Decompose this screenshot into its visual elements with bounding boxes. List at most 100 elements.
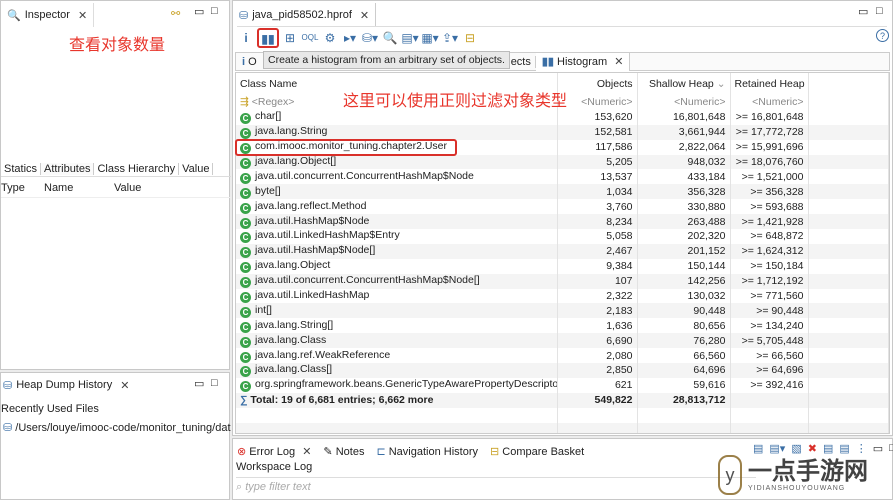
tab-inspector[interactable]: 🔍 Inspector ✕ bbox=[1, 3, 95, 27]
table-row[interactable]: Cjava.util.LinkedHashMap$Entry 5,058 202,3… bbox=[236, 229, 889, 244]
table-row[interactable]: Cjava.lang.Class 6,690 76,280 >= 5,705,448 bbox=[236, 333, 889, 349]
class-name-cell: Cjava.lang.Class[] bbox=[236, 363, 558, 378]
run-report-icon[interactable]: ▸▾ bbox=[341, 29, 359, 47]
shallow-heap-cell: 433,184 bbox=[637, 169, 731, 185]
class-name: java.lang.Object bbox=[255, 259, 331, 272]
retained-heap-cell: >= 90,448 bbox=[730, 303, 809, 319]
empty-cell bbox=[808, 154, 889, 170]
tab-error-log[interactable]: ⊗ Error Log ✕ bbox=[237, 445, 311, 458]
class-name-cell: Cjava.util.HashMap$Node bbox=[236, 214, 558, 230]
info-icon[interactable]: i bbox=[237, 29, 255, 47]
column-name[interactable]: Name bbox=[44, 182, 73, 194]
table-row[interactable]: Cbyte[] 1,034 356,328 >= 356,328 bbox=[236, 184, 889, 200]
navigation-icon: ⊏ bbox=[376, 445, 386, 458]
shallow-heap-cell: 16,801,648 bbox=[637, 109, 731, 125]
search-icon[interactable]: 🔍 bbox=[381, 29, 399, 47]
table-row[interactable]: Cjava.lang.ref.WeakReference 2,080 66,560 >… bbox=[236, 348, 889, 364]
class-name-cell: Cjava.lang.reflect.Method bbox=[236, 199, 558, 215]
thread-overview-icon[interactable]: ⚙ bbox=[321, 29, 339, 47]
tab-overview[interactable]: i O bbox=[236, 56, 263, 68]
retained-heap-cell: >= 356,328 bbox=[730, 184, 809, 200]
help-icon[interactable]: ? bbox=[876, 29, 889, 42]
retained-filter[interactable]: <Numeric> bbox=[730, 95, 809, 110]
class-name-cell: Cjava.lang.Object bbox=[236, 258, 558, 274]
tab-heap-dump-history[interactable]: ⛁ Heap Dump History ✕ bbox=[1, 373, 136, 397]
objects-filter[interactable]: <Numeric> bbox=[557, 95, 638, 110]
recent-file-item[interactable]: ⛁ /Users/louye/imooc-code/monitor_tuning… bbox=[3, 421, 231, 434]
table-row[interactable]: Cjava.lang.String[] 1,636 80,656 >= 134,240 bbox=[236, 318, 889, 334]
objects-cell: 1,636 bbox=[557, 318, 638, 334]
class-icon: C bbox=[240, 321, 251, 333]
close-icon[interactable]: ✕ bbox=[302, 446, 311, 458]
table-row[interactable]: Cjava.lang.Object[] 5,205 948,032 >= 18,076… bbox=[236, 154, 889, 170]
shallow-heap-cell: 2,822,064 bbox=[637, 139, 731, 155]
class-icon: C bbox=[240, 247, 251, 259]
histogram-table: Class Name Objects Shallow Heap ⌄ Retain… bbox=[235, 72, 890, 434]
column-objects[interactable]: Objects bbox=[557, 73, 638, 95]
table-row[interactable]: Cjava.util.HashMap$Node 8,234 263,488 >= 1,… bbox=[236, 214, 889, 230]
class-icon: C bbox=[240, 381, 251, 393]
table-row[interactable]: Cjava.util.HashMap$Node[] 2,467 201,152 >= … bbox=[236, 243, 889, 259]
shallow-heap-cell: 66,560 bbox=[637, 348, 731, 364]
table-row[interactable]: Cjava.lang.reflect.Method 3,760 330,880 >= … bbox=[236, 199, 889, 215]
tab-compare-basket[interactable]: ⊟ Compare Basket bbox=[490, 445, 584, 458]
tab-hprof[interactable]: ⛁ java_pid58502.hprof ✕ bbox=[233, 3, 377, 27]
close-icon[interactable]: ✕ bbox=[360, 9, 369, 22]
column-retained-heap[interactable]: Retained Heap bbox=[730, 73, 809, 95]
calculate-icon[interactable]: ▦▾ bbox=[421, 29, 439, 47]
oql-icon[interactable]: OQL bbox=[301, 29, 319, 47]
tab-navigation-history[interactable]: ⊏ Navigation History bbox=[376, 445, 478, 458]
minimize-icon[interactable]: ▭ bbox=[858, 5, 868, 18]
tab-histogram[interactable]: ▮▮ Histogram ✕ bbox=[535, 52, 631, 71]
tab-objects[interactable]: ects bbox=[511, 55, 536, 68]
maximize-icon[interactable]: □ bbox=[211, 377, 218, 389]
table-row[interactable]: Cint[] 2,183 90,448 >= 90,448 bbox=[236, 303, 889, 319]
table-row[interactable]: Cjava.lang.String 152,581 3,661,944 >= 17,7… bbox=[236, 124, 889, 140]
group-icon[interactable]: ▤▾ bbox=[401, 29, 419, 47]
class-name: java.util.concurrent.ConcurrentHashMap$N… bbox=[255, 274, 480, 287]
class-icon: C bbox=[240, 366, 251, 378]
tab-label: Heap Dump History bbox=[16, 379, 113, 391]
shallow-filter[interactable]: <Numeric> bbox=[637, 95, 731, 110]
database-icon: ⛁ bbox=[3, 422, 13, 434]
class-name: java.util.HashMap$Node[] bbox=[255, 244, 376, 257]
class-icon: C bbox=[240, 336, 251, 348]
close-icon[interactable]: ✕ bbox=[614, 56, 623, 68]
tab-attributes[interactable]: Attributes bbox=[41, 162, 95, 175]
table-row[interactable]: Cchar[] 153,620 16,801,648 >= 16,801,648 bbox=[236, 109, 889, 125]
shallow-heap-cell: 64,696 bbox=[637, 363, 731, 378]
table-row[interactable]: Cjava.util.concurrent.ConcurrentHashMap$… bbox=[236, 169, 889, 185]
tab-label: Inspector bbox=[24, 9, 70, 21]
maximize-icon[interactable]: □ bbox=[876, 5, 883, 17]
tab-statics[interactable]: Statics bbox=[1, 162, 42, 175]
minimize-icon[interactable]: ▭ bbox=[194, 377, 204, 390]
objects-cell: 153,620 bbox=[557, 109, 638, 125]
column-type[interactable]: Type bbox=[1, 182, 25, 194]
table-row[interactable]: Cjava.util.concurrent.ConcurrentHashMap$… bbox=[236, 273, 889, 289]
empty-cell bbox=[808, 95, 889, 110]
column-value[interactable]: Value bbox=[114, 182, 141, 194]
tab-notes[interactable]: ✎ Notes bbox=[323, 445, 364, 458]
compare-basket-icon[interactable]: ⊟ bbox=[461, 29, 479, 47]
close-icon[interactable]: ✕ bbox=[78, 9, 87, 22]
table-row[interactable]: Cjava.lang.Class[] 2,850 64,696 >= 64,696 bbox=[236, 363, 889, 378]
histogram-button[interactable]: ▮▮ bbox=[257, 27, 279, 48]
close-icon[interactable]: ✕ bbox=[120, 379, 129, 392]
link-icon[interactable]: ⚯ bbox=[171, 7, 180, 20]
minimize-icon[interactable]: ▭ bbox=[194, 5, 204, 18]
class-icon: C bbox=[240, 113, 251, 125]
query-browser-icon[interactable]: ⛁▾ bbox=[361, 29, 379, 47]
maximize-icon[interactable]: □ bbox=[211, 5, 218, 17]
dominator-tree-icon[interactable]: ⊞ bbox=[281, 29, 299, 47]
table-row[interactable]: Cjava.util.LinkedHashMap 2,322 130,032 >= 7… bbox=[236, 288, 889, 304]
filter-text: <Regex> bbox=[251, 96, 295, 109]
tab-value[interactable]: Value bbox=[179, 162, 214, 175]
column-shallow-heap[interactable]: Shallow Heap ⌄ bbox=[637, 73, 731, 95]
watermark-logo: y 一点手游网 YIDIANSHOUYOUWANG bbox=[718, 452, 890, 498]
column-empty bbox=[808, 73, 889, 95]
export-icon[interactable]: ⇪▾ bbox=[441, 29, 459, 47]
table-row[interactable]: Corg.springframework.beans.GenericTypeAw… bbox=[236, 377, 889, 393]
table-row[interactable]: Cjava.lang.Object 9,384 150,144 >= 150,184 bbox=[236, 258, 889, 274]
tab-class-hierarchy[interactable]: Class Hierarchy bbox=[94, 162, 180, 175]
filter-input[interactable]: ⌕ type filter text bbox=[236, 477, 756, 495]
